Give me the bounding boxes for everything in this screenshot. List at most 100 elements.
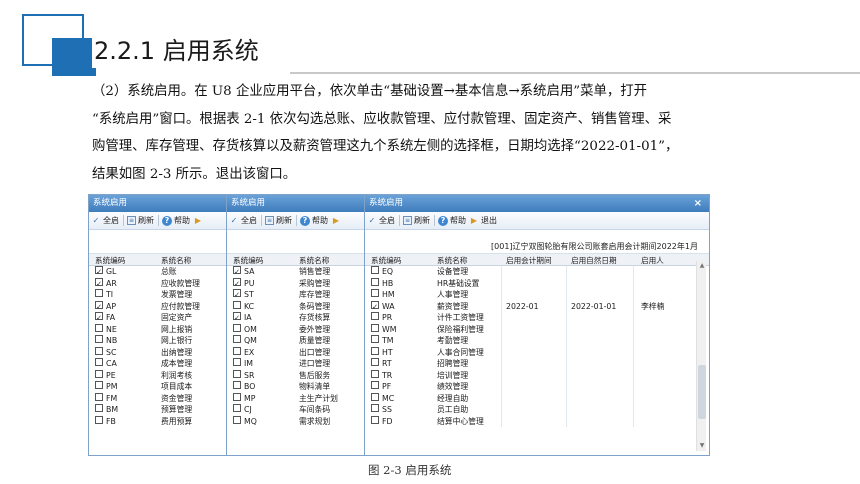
scroll-up-icon[interactable]: ▲ [698,262,706,270]
system-row[interactable]: HB HR基础设置 [365,277,709,290]
enable-checkbox[interactable] [371,381,379,389]
enable-checkbox[interactable] [371,335,379,343]
scrollbar-thumb[interactable] [698,365,706,419]
enable-checkbox[interactable] [233,404,241,412]
enable-checkbox[interactable] [371,323,379,332]
enable-checkbox[interactable] [233,415,241,424]
system-row[interactable]: NB 网上银行 [89,335,226,347]
enable-checkbox[interactable] [233,300,241,309]
system-row[interactable]: ✓ GL 总账 [89,266,226,278]
enable-checkbox[interactable] [371,404,379,412]
enable-checkbox[interactable] [371,415,379,424]
enable-checkbox[interactable] [371,266,379,274]
system-row[interactable]: TM 考勤管理 [365,335,709,347]
system-row[interactable]: MQ 需求规划 [227,415,364,428]
enable-checkbox[interactable] [371,358,379,366]
enable-checkbox[interactable]: ✓ [95,277,103,288]
system-row[interactable]: ✓ AR 应收款管理 [89,277,226,290]
exit-button[interactable]: ▶ 退出 [469,215,497,226]
system-row[interactable]: QM 质量管理 [227,335,364,347]
system-row[interactable]: MC 经理自助 [365,392,709,405]
system-row[interactable]: WM 保险福利管理 [365,323,709,336]
enable-checkbox[interactable] [95,404,103,412]
system-row[interactable]: PM 项目成本 [89,381,226,393]
help-button[interactable]: ? 帮助 [300,215,328,226]
enable-checkbox[interactable]: ✓ [95,312,103,322]
system-row[interactable]: BM 预算管理 [89,404,226,416]
enable-checkbox[interactable] [233,323,241,332]
refresh-button[interactable]: ≡ 刷新 [127,215,154,226]
vertical-scrollbar[interactable]: ▲ ▼ [696,261,706,451]
exit-button-partial[interactable]: ▶ [331,216,343,226]
enable-checkbox[interactable]: ✓ [371,300,379,311]
enable-checkbox[interactable] [233,369,241,378]
enable-checkbox[interactable] [371,277,379,286]
system-row[interactable]: SC 出纳管理 [89,346,226,359]
enable-checkbox[interactable] [371,392,379,401]
system-row[interactable]: CJ 车间条码 [227,404,364,416]
scroll-down-icon[interactable]: ▼ [698,442,706,450]
system-row[interactable]: ✓ SA 销售管理 [227,266,364,278]
close-icon[interactable]: × [694,195,702,212]
enable-checkbox[interactable] [95,381,103,389]
system-row[interactable]: ✓ AP 应付款管理 [89,300,226,313]
enable-checkbox[interactable] [233,358,241,366]
enable-checkbox[interactable] [371,289,379,297]
enable-checkbox[interactable] [233,381,241,389]
enable-checkbox[interactable] [371,346,379,355]
system-row[interactable]: PF 绩效管理 [365,381,709,393]
help-button[interactable]: ? 帮助 [438,215,466,226]
system-row[interactable]: FB 费用预算 [89,415,226,428]
system-row[interactable]: CA 成本管理 [89,358,226,370]
enable-checkbox[interactable] [95,369,103,378]
enable-checkbox[interactable] [233,392,241,401]
refresh-button[interactable]: ≡ 刷新 [265,215,292,226]
enable-checkbox[interactable] [233,346,241,355]
enable-checkbox[interactable] [95,392,103,401]
enable-all-button[interactable]: ✓ 全启 [229,215,257,226]
enable-checkbox[interactable] [95,415,103,424]
system-row[interactable]: PR 计件工资管理 [365,312,709,324]
enable-checkbox[interactable] [95,335,103,343]
system-row[interactable]: FM 资金管理 [89,392,226,405]
enable-all-button[interactable]: ✓ 全启 [91,215,119,226]
system-row[interactable]: ✓ IA 存货核算 [227,312,364,324]
system-row[interactable]: SR 售后服务 [227,369,364,382]
enable-checkbox[interactable] [95,289,103,297]
system-row[interactable]: EX 出口管理 [227,346,364,359]
system-row[interactable]: HM 人事管理 [365,289,709,301]
system-row[interactable]: PE 利润考核 [89,369,226,382]
system-row[interactable]: NE 网上报销 [89,323,226,336]
enable-checkbox[interactable] [233,335,241,343]
system-row[interactable]: TR 培训管理 [365,369,709,382]
enable-checkbox[interactable] [371,312,379,320]
system-row[interactable]: ✓ ST 库存管理 [227,289,364,301]
enable-checkbox[interactable]: ✓ [233,266,241,276]
system-row[interactable]: IM 进口管理 [227,358,364,370]
help-button[interactable]: ? 帮助 [162,215,190,226]
exit-button-partial[interactable]: ▶ [193,216,205,226]
system-row[interactable]: FD 结算中心管理 [365,415,709,428]
refresh-button[interactable]: ≡ 刷新 [403,215,430,226]
enable-checkbox[interactable] [95,346,103,355]
enable-checkbox[interactable] [371,369,379,378]
system-row[interactable]: RT 招聘管理 [365,358,709,370]
enable-checkbox[interactable] [95,358,103,366]
enable-checkbox[interactable]: ✓ [233,312,241,322]
system-row[interactable]: HT 人事合同管理 [365,346,709,359]
system-row[interactable]: ✓ PU 采购管理 [227,277,364,290]
system-row[interactable]: EQ 设备管理 [365,266,709,278]
system-row[interactable]: TI 发票管理 [89,289,226,301]
system-row[interactable]: MP 主生产计划 [227,392,364,405]
system-row[interactable]: ✓ WA 薪资管理 2022-01 2022-01-01 李梓楠 [365,300,709,313]
system-row[interactable]: BO 物料清单 [227,381,364,393]
enable-checkbox[interactable]: ✓ [233,289,241,299]
system-row[interactable]: KC 条码管理 [227,300,364,313]
enable-checkbox[interactable]: ✓ [233,277,241,288]
enable-all-button[interactable]: ✓ 全启 [367,215,395,226]
system-row[interactable]: ✓ FA 固定资产 [89,312,226,324]
enable-checkbox[interactable]: ✓ [95,266,103,276]
enable-checkbox[interactable] [95,323,103,332]
system-row[interactable]: SS 员工自助 [365,404,709,416]
enable-checkbox[interactable]: ✓ [95,300,103,311]
